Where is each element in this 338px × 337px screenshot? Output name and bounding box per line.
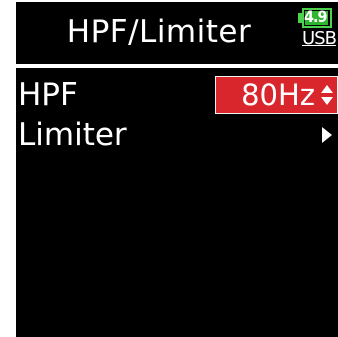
battery-indicator: 4.9 USB	[298, 6, 338, 56]
power-source-label: USB	[302, 28, 337, 49]
chevron-right-icon	[322, 127, 332, 143]
menu-item-hpf[interactable]: HPF 80Hz	[16, 74, 338, 116]
device-screen: HPF/Limiter 4.9 USB HPF 80Hz Limiter	[16, 2, 338, 337]
hpf-value-selector[interactable]: 80Hz	[215, 76, 338, 114]
hpf-value: 80Hz	[241, 78, 315, 112]
up-down-arrows-icon	[321, 85, 333, 105]
battery-voltage: 4.9	[304, 7, 327, 26]
menu-item-label: HPF	[18, 77, 78, 113]
menu-item-limiter[interactable]: Limiter	[16, 114, 338, 156]
title-divider	[16, 64, 338, 68]
menu-item-label: Limiter	[18, 117, 127, 153]
title-bar: HPF/Limiter 4.9 USB	[16, 2, 338, 62]
screen-title: HPF/Limiter	[66, 14, 252, 50]
